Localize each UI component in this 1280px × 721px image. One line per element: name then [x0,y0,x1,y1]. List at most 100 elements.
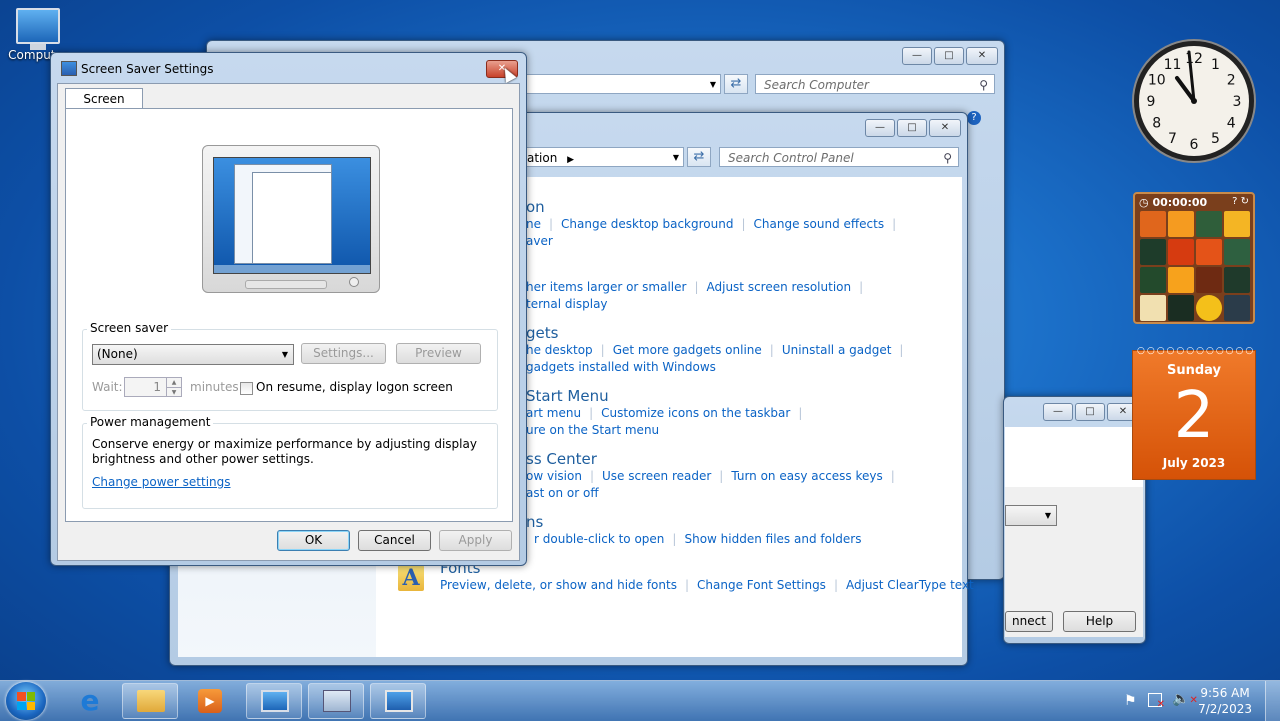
category-link[interactable]: her items larger or smaller [526,280,686,294]
category-link[interactable]: r double-click to open [534,532,664,546]
category-link[interactable]: Change sound effects [754,217,885,231]
apply-button[interactable]: Apply [439,530,512,551]
category-link[interactable]: Adjust screen resolution [707,280,852,294]
category-link[interactable]: he desktop [526,343,593,357]
category-links: Preview, delete, or show and hide fonts |… [440,578,974,592]
category-link[interactable]: Change Font Settings [697,578,826,592]
spin-up-icon[interactable]: ▲ [166,378,181,387]
address-bar[interactable]: ▼ [517,74,721,94]
clock-numeral: 1 [1211,57,1220,73]
media-player-button[interactable]: ▶ [182,683,238,719]
windows-logo-icon [17,692,35,710]
power-knob-icon [349,277,359,287]
wait-minutes-spinner[interactable]: 1 ▲ ▼ [124,377,182,397]
dropdown[interactable]: ▼ [1005,505,1057,526]
category-link[interactable]: ow vision [526,469,582,483]
category-title[interactable]: ss Center [526,450,597,468]
minimize-button[interactable]: — [902,47,932,65]
screen-saver-icon [61,61,77,76]
settings-button[interactable]: Settings... [301,343,386,364]
power-management-label: Power management [87,415,214,429]
puzzle-controls-icon[interactable]: ? ↻ [1232,196,1249,207]
fonts-icon: A [398,565,424,591]
wait-label: Wait: [92,380,123,394]
maximize-button[interactable]: □ [934,47,964,65]
category-link[interactable]: Get more gadgets online [613,343,762,357]
volume-muted-icon[interactable]: 🔈✕ [1172,691,1198,707]
network-icon[interactable]: ✕ [1148,693,1165,710]
puzzle-grid[interactable] [1140,211,1250,321]
computer-icon [261,690,289,712]
category-title[interactable]: ns [526,513,543,531]
display-settings-icon [385,690,413,712]
spin-down-icon[interactable]: ▼ [166,387,181,397]
minimize-button[interactable]: — [1043,403,1073,421]
cancel-button[interactable]: Cancel [358,530,431,551]
category-link[interactable]: ternal display [526,297,608,311]
preview-button[interactable]: Preview [396,343,481,364]
computer-taskbar-button[interactable] [246,683,302,719]
tab-screen-saver[interactable]: Screen Saver [65,88,143,126]
category-link[interactable]: Use screen reader [602,469,711,483]
category-links: he desktop | Get more gadgets online | Unins… [526,343,904,357]
clock-numeral: 8 [1152,116,1161,132]
calendar-gadget[interactable]: ○○○○○○○○○○○○ Sunday 2 July 2023 [1132,346,1256,480]
system-clock[interactable]: 9:56 AM 7/2/2023 [1198,685,1252,717]
maximize-button[interactable]: □ [897,119,927,137]
dialog-title: Screen Saver Settings [81,62,214,76]
category-link[interactable]: ne [526,217,541,231]
category-link[interactable]: Show hidden files and folders [684,532,861,546]
screen-saver-select[interactable]: (None) ▼ [92,344,294,365]
minimize-button[interactable]: — [865,119,895,137]
category-title[interactable]: Start Menu [526,387,609,405]
background-dialog[interactable]: — □ ✕ ▼ nnect Help [1003,396,1146,644]
address-bar[interactable]: ation ▶ ▼ [526,147,684,167]
picture-puzzle-gadget[interactable]: ◷ 00:00:00 ? ↻ [1133,192,1255,324]
category-link[interactable]: ure on the Start menu [526,423,659,437]
clock-icon: ◷ [1139,196,1149,209]
search-computer-input[interactable]: Search Computer ⚲ [755,74,995,94]
help-button[interactable]: Help [1063,611,1136,632]
refresh-button[interactable]: ⇄ [687,147,711,167]
refresh-button[interactable]: ⇄ [724,74,748,94]
category-links: r double-click to open | Show hidden files… [534,532,862,546]
monitor-preview [202,145,380,293]
category-link[interactable]: Turn on easy access keys [731,469,882,483]
show-desktop-button[interactable] [1265,681,1280,721]
clock-numeral: 6 [1190,137,1199,153]
clock-numeral: 10 [1148,73,1166,89]
category-link[interactable]: art menu [526,406,581,420]
category-link[interactable]: ast on or off [526,486,599,500]
windows-explorer-button[interactable] [122,683,178,719]
screen-saver-settings-dialog[interactable]: Screen Saver Settings ✕ Screen Saver Scr… [50,52,527,566]
close-button[interactable]: ✕ [929,119,961,137]
connect-button[interactable]: nnect [1005,611,1053,632]
category-link[interactable]: Preview, delete, or show and hide fonts [440,578,677,592]
category-title[interactable]: gets [526,324,558,342]
power-description-line2: brightness and other power settings. [92,452,314,466]
search-control-panel-input[interactable]: Search Control Panel ⚲ [719,147,959,167]
maximize-button[interactable]: □ [1075,403,1105,421]
category-link[interactable]: Customize icons on the taskbar [601,406,790,420]
control-panel-taskbar-button[interactable] [308,683,364,719]
clock-numeral: 7 [1168,131,1177,147]
internet-explorer-button[interactable]: e [62,683,118,719]
category-link[interactable]: aver [526,234,553,248]
close-button[interactable]: ✕ [966,47,998,65]
clock-numeral: 9 [1147,94,1156,110]
ok-button[interactable]: OK [277,530,350,551]
action-center-flag-icon[interactable]: ⚑ [1124,693,1137,709]
change-power-settings-link[interactable]: Change power settings [92,475,231,489]
help-icon[interactable]: ? [967,111,981,125]
clock-gadget[interactable]: 12 1 2 3 4 5 6 7 8 9 10 11 [1131,38,1257,164]
resume-logon-checkbox[interactable] [240,382,253,395]
chevron-down-icon: ▼ [1044,511,1051,520]
category-link[interactable]: Uninstall a gadget [782,343,892,357]
category-link[interactable]: Adjust ClearType text [846,578,974,592]
category-link[interactable]: Change desktop background [561,217,733,231]
category-title[interactable]: on [526,198,545,216]
screen-saver-taskbar-button[interactable] [370,683,426,719]
category-link[interactable]: gadgets installed with Windows [526,360,716,374]
clock-time: 9:56 AM [1200,686,1250,700]
start-button[interactable] [6,682,46,720]
